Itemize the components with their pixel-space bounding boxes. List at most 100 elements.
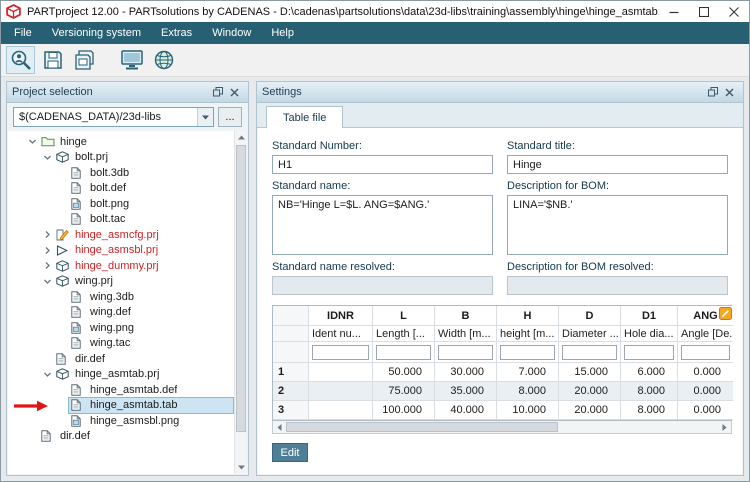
cell-L-row3[interactable]: 100.000: [373, 401, 435, 420]
cell-ANG-row3[interactable]: 0.000: [678, 401, 733, 420]
table-scrollbar-track[interactable]: [286, 421, 718, 433]
edit-column-icon[interactable]: [719, 307, 732, 320]
tree-item-body[interactable]: wing.png: [69, 320, 233, 335]
scroll-right-icon[interactable]: [718, 421, 731, 433]
tree-item-body[interactable]: dir.def: [39, 429, 233, 444]
tree-item-hinge-asmcfg-prj[interactable]: hinge_asmcfg.prj: [8, 227, 233, 243]
tree-item-body[interactable]: hinge_asmtab.tab: [69, 398, 233, 413]
cell-IDNR-row3[interactable]: [309, 401, 373, 420]
table-scrollbar[interactable]: [272, 421, 732, 434]
cell-D-row3[interactable]: 20.000: [559, 401, 621, 420]
tab-table-file[interactable]: Table file: [266, 106, 343, 128]
chevron-down-icon[interactable]: [41, 276, 54, 287]
save-all-icon[interactable]: [70, 46, 99, 74]
cell-D-row2[interactable]: 20.000: [559, 382, 621, 401]
tree-scrollbar[interactable]: [234, 131, 247, 474]
standard-name-field[interactable]: NB='Hinge L=$L. ANG=$ANG.': [272, 195, 493, 255]
filter-input-H[interactable]: [500, 345, 555, 360]
tree-item-bolt-def[interactable]: bolt.def: [8, 181, 233, 197]
scroll-left-icon[interactable]: [273, 421, 286, 433]
menu-window[interactable]: Window: [202, 22, 261, 44]
tree-item-hinge[interactable]: hinge: [8, 134, 233, 150]
close-panel-icon[interactable]: [226, 84, 243, 101]
cell-D1-row2[interactable]: 8.000: [621, 382, 678, 401]
chevron-right-icon[interactable]: [41, 229, 54, 240]
tree-item-dir-def[interactable]: dir.def: [8, 429, 233, 445]
table-row-2[interactable]: 275.00035.0008.00020.0008.0000.000: [273, 382, 731, 401]
cell-B-row2[interactable]: 35.000: [435, 382, 497, 401]
tree-item-bolt-prj[interactable]: bolt.prj: [8, 150, 233, 166]
tree-item-body[interactable]: bolt.tac: [69, 212, 233, 227]
tree-item-bolt-png[interactable]: bolt.png: [8, 196, 233, 212]
cell-D-row1[interactable]: 15.000: [559, 363, 621, 382]
menu-versioning-system[interactable]: Versioning system: [42, 22, 151, 44]
cell-ANG-row2[interactable]: 0.000: [678, 382, 733, 401]
chevron-down-icon[interactable]: [41, 152, 54, 163]
cell-H-row1[interactable]: 7.000: [497, 363, 559, 382]
column-header-L[interactable]: L: [373, 306, 435, 326]
cell-L-row2[interactable]: 75.000: [373, 382, 435, 401]
row-number-1[interactable]: 1: [273, 363, 309, 382]
tree-item-bolt-tac[interactable]: bolt.tac: [8, 212, 233, 228]
tree-item-hinge-asmtab-def[interactable]: hinge_asmtab.def: [8, 382, 233, 398]
minimize-button[interactable]: [659, 1, 689, 22]
scroll-up-icon[interactable]: [235, 131, 247, 144]
tree-item-hinge-asmsbl-png[interactable]: hinge_asmsbl.png: [8, 413, 233, 429]
tree-item-body[interactable]: wing.tac: [69, 336, 233, 351]
standard-title-field[interactable]: Hinge: [507, 155, 728, 174]
chevron-right-icon[interactable]: [41, 260, 54, 271]
column-header-D1[interactable]: D1: [621, 306, 678, 326]
cell-IDNR-row1[interactable]: [309, 363, 373, 382]
tree-item-body[interactable]: hinge_asmtab.def: [69, 382, 233, 397]
tree-item-body[interactable]: hinge_asmsbl.png: [69, 413, 233, 428]
float-panel-icon[interactable]: [704, 84, 721, 101]
maximize-button[interactable]: [689, 1, 719, 22]
filter-input-L[interactable]: [376, 345, 431, 360]
row-number-3[interactable]: 3: [273, 401, 309, 420]
tree-item-wing-png[interactable]: wing.png: [8, 320, 233, 336]
tree-item-wing-def[interactable]: wing.def: [8, 305, 233, 321]
cell-D1-row3[interactable]: 8.000: [621, 401, 678, 420]
cell-B-row3[interactable]: 40.000: [435, 401, 497, 420]
tree-item-hinge-asmtab-prj[interactable]: hinge_asmtab.prj: [8, 367, 233, 383]
column-header-IDNR[interactable]: IDNR: [309, 306, 373, 326]
cell-IDNR-row2[interactable]: [309, 382, 373, 401]
menu-file[interactable]: File: [4, 22, 42, 44]
menu-extras[interactable]: Extras: [151, 22, 202, 44]
menu-help[interactable]: Help: [261, 22, 304, 44]
table-row-3[interactable]: 3 100.00040.00010.00020.0008.0000.000: [273, 401, 731, 420]
cell-L-row1[interactable]: 50.000: [373, 363, 435, 382]
tree-item-hinge-dummy-prj[interactable]: hinge_dummy.prj: [8, 258, 233, 274]
tree-item-body[interactable]: wing.prj: [54, 274, 233, 289]
close-panel-icon[interactable]: [721, 84, 738, 101]
edit-button[interactable]: Edit: [272, 443, 308, 462]
tree-item-body[interactable]: bolt.prj: [54, 150, 233, 165]
column-header-B[interactable]: B: [435, 306, 497, 326]
tree-scrollbar-thumb[interactable]: [236, 145, 246, 432]
close-button[interactable]: [719, 1, 749, 22]
filter-input-D[interactable]: [562, 345, 617, 360]
web-catalog-icon[interactable]: [149, 46, 178, 74]
tree-item-body[interactable]: hinge_asmtab.prj: [54, 367, 233, 382]
tree-item-body[interactable]: hinge_asmcfg.prj: [54, 227, 233, 242]
filter-input-ANG[interactable]: [681, 345, 730, 360]
table-row-1[interactable]: 1 50.00030.0007.00015.0006.0000.000: [273, 363, 731, 382]
tree-item-body[interactable]: wing.3db: [69, 289, 233, 304]
tree-item-body[interactable]: hinge_asmsbl.prj: [54, 243, 233, 258]
cell-H-row3[interactable]: 10.000: [497, 401, 559, 420]
float-panel-icon[interactable]: [209, 84, 226, 101]
cell-B-row1[interactable]: 30.000: [435, 363, 497, 382]
bom-description-field[interactable]: LINA='$NB.': [507, 195, 728, 255]
tree-item-hinge-asmsbl-prj[interactable]: hinge_asmsbl.prj: [8, 243, 233, 259]
tree-item-body[interactable]: bolt.png: [69, 196, 233, 211]
cell-D1-row1[interactable]: 6.000: [621, 363, 678, 382]
cell-ANG-row1[interactable]: 0.000: [678, 363, 733, 382]
tree-item-body[interactable]: bolt.3db: [69, 165, 233, 180]
tree-item-body[interactable]: hinge_dummy.prj: [54, 258, 233, 273]
browse-button[interactable]: ...: [218, 107, 242, 127]
chevron-down-icon[interactable]: [41, 369, 54, 380]
tree-item-body[interactable]: dir.def: [54, 351, 233, 366]
filter-input-D1[interactable]: [624, 345, 674, 360]
standard-number-field[interactable]: H1: [272, 155, 493, 174]
tree-item-body[interactable]: wing.def: [69, 305, 233, 320]
